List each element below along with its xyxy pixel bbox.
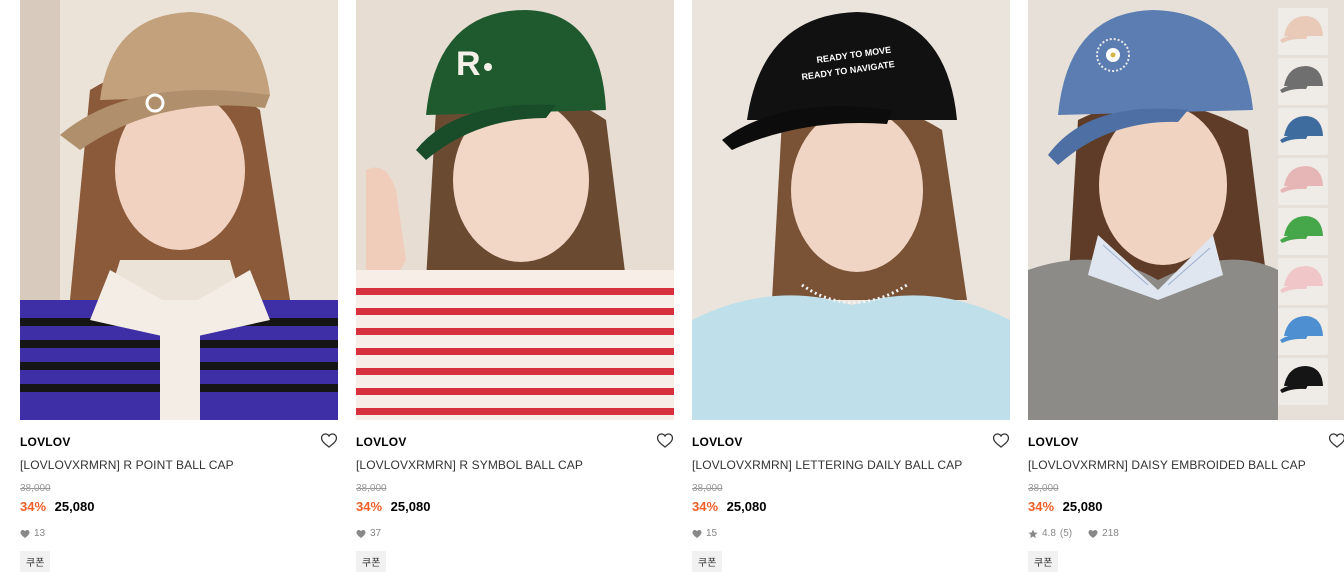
- color-swatch[interactable]: [1278, 258, 1328, 305]
- product-stats: 13: [20, 528, 45, 539]
- color-swatch[interactable]: [1278, 108, 1328, 155]
- discount-rate: 34%: [356, 499, 383, 514]
- sale-price: 25,080: [726, 499, 767, 514]
- product-name[interactable]: [LOVLOVXRMRN] LETTERING DAILY BALL CAP: [692, 458, 962, 472]
- color-swatch[interactable]: [1278, 208, 1328, 255]
- svg-text:R: R: [456, 45, 481, 83]
- product-image[interactable]: R: [356, 0, 674, 420]
- color-swatch-list: [1278, 8, 1328, 408]
- product-card[interactable]: LOVLOV [LOVLOVXRMRN] DAISY EMBROIDED BAL…: [1028, 0, 1344, 576]
- product-name[interactable]: [LOVLOVXRMRN] R SYMBOL BALL CAP: [356, 458, 583, 472]
- color-swatch[interactable]: [1278, 358, 1328, 405]
- product-card[interactable]: READY TO MOVE READY TO NAVIGATE LOVLOV […: [692, 0, 1010, 576]
- coupon-badge: 쿠폰: [356, 551, 387, 572]
- coupon-badge: 쿠폰: [1028, 551, 1059, 572]
- like-count: 15: [706, 528, 718, 539]
- brand-name[interactable]: LOVLOV: [20, 435, 71, 449]
- star-icon: [1028, 529, 1038, 539]
- price-row: 34% 25,080: [692, 499, 766, 514]
- rating-value: 4.8: [1042, 528, 1056, 539]
- review-count: (5): [1059, 528, 1073, 539]
- original-price: 38,000: [692, 483, 723, 494]
- product-image[interactable]: [20, 0, 338, 420]
- color-swatch[interactable]: [1278, 308, 1328, 355]
- sale-price: 25,080: [390, 499, 431, 514]
- wishlist-heart-icon[interactable]: [656, 432, 674, 450]
- original-price: 38,000: [356, 483, 387, 494]
- color-swatch[interactable]: [1278, 58, 1328, 105]
- product-name[interactable]: [LOVLOVXRMRN] DAISY EMBROIDED BALL CAP: [1028, 458, 1306, 472]
- coupon-badge: 쿠폰: [692, 551, 723, 572]
- product-stats: 37: [356, 528, 381, 539]
- brand-name[interactable]: LOVLOV: [1028, 435, 1079, 449]
- sale-price: 25,080: [54, 499, 95, 514]
- heart-filled-icon: [356, 529, 366, 539]
- color-swatch[interactable]: [1278, 8, 1328, 55]
- product-stats: 4.8 (5) 218: [1028, 528, 1119, 539]
- wishlist-heart-icon[interactable]: [320, 432, 338, 450]
- wishlist-heart-icon[interactable]: [992, 432, 1010, 450]
- heart-filled-icon: [1088, 529, 1098, 539]
- like-count: 37: [370, 528, 382, 539]
- like-count: 218: [1102, 528, 1119, 539]
- discount-rate: 34%: [692, 499, 719, 514]
- original-price: 38,000: [1028, 483, 1059, 494]
- product-card[interactable]: R LOVLOV [LOVLOVXRMRN] R SYMBOL BALL CAP…: [356, 0, 674, 576]
- product-image[interactable]: [1028, 0, 1344, 420]
- price-row: 34% 25,080: [20, 499, 94, 514]
- price-row: 34% 25,080: [356, 499, 430, 514]
- heart-filled-icon: [20, 529, 30, 539]
- sale-price: 25,080: [1062, 499, 1103, 514]
- brand-name[interactable]: LOVLOV: [356, 435, 407, 449]
- heart-filled-icon: [692, 529, 702, 539]
- brand-name[interactable]: LOVLOV: [692, 435, 743, 449]
- coupon-badge: 쿠폰: [20, 551, 51, 572]
- product-image[interactable]: READY TO MOVE READY TO NAVIGATE: [692, 0, 1010, 420]
- discount-rate: 34%: [20, 499, 47, 514]
- price-row: 34% 25,080: [1028, 499, 1102, 514]
- original-price: 38,000: [20, 483, 51, 494]
- product-name[interactable]: [LOVLOVXRMRN] R POINT BALL CAP: [20, 458, 234, 472]
- color-swatch[interactable]: [1278, 158, 1328, 205]
- like-count: 13: [34, 528, 46, 539]
- wishlist-heart-icon[interactable]: [1328, 432, 1344, 450]
- product-card[interactable]: LOVLOV [LOVLOVXRMRN] R POINT BALL CAP 38…: [20, 0, 338, 576]
- discount-rate: 34%: [1028, 499, 1055, 514]
- product-stats: 15: [692, 528, 717, 539]
- product-grid: LOVLOV [LOVLOVXRMRN] R POINT BALL CAP 38…: [0, 0, 1344, 576]
